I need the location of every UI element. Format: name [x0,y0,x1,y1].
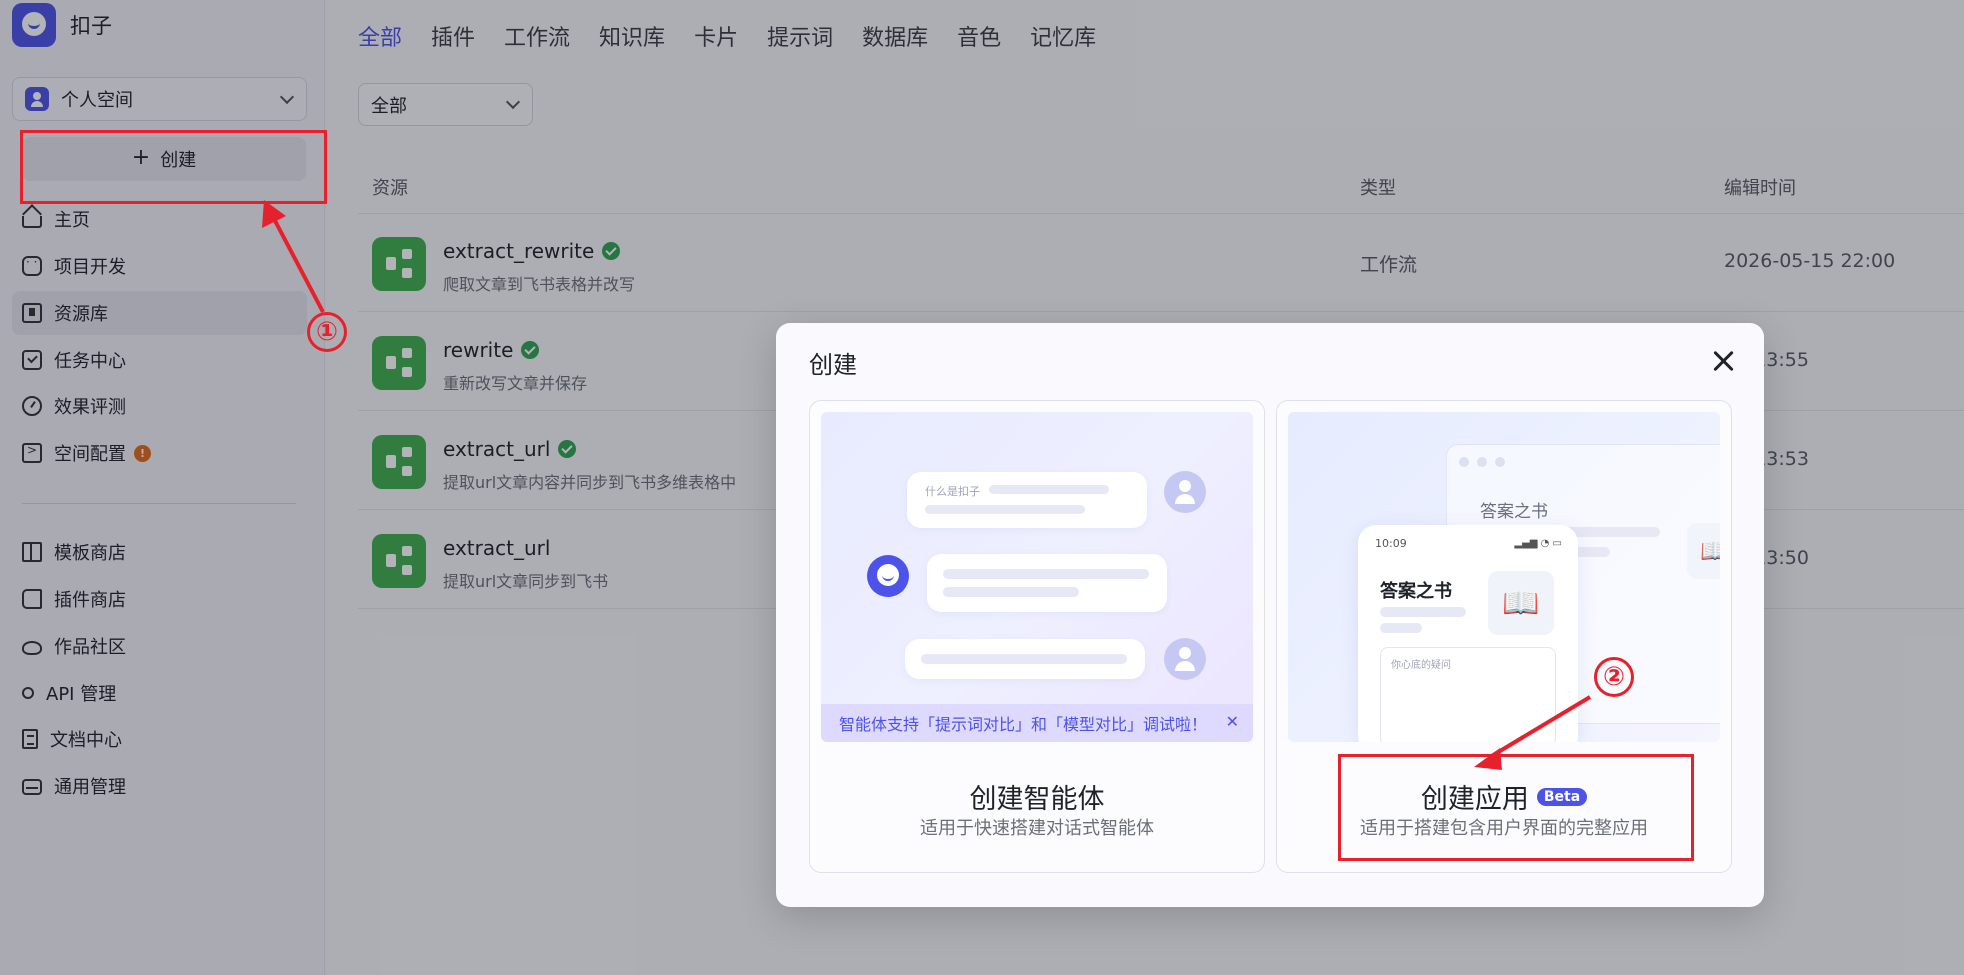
book-icon: 📖 [1687,523,1720,579]
preview-bubble: 什么是扣子 [907,472,1147,528]
preview-window-title: 答案之书 [1480,502,1548,522]
create-agent-card[interactable]: 什么是扣子 智能体支持「提示词对比」和「模型对比」调试啦！ ✕ 创建智能体 适用… [809,400,1265,873]
question-hint: 你心底的疑问 [1391,660,1451,671]
annotation-box-create [20,130,327,204]
annotation-step-1: ① [307,312,347,352]
question-box: 你心底的疑问 [1380,647,1556,742]
bot-avatar-icon [867,555,909,597]
user-avatar-icon [1164,471,1206,513]
annotation-step-2: ② [1594,657,1634,697]
banner-text: 智能体支持「提示词对比」和「模型对比」调试啦！ [839,715,1208,734]
phone-status-icon: ▂▄▆ ◔ ▭ [1514,538,1562,549]
preview-phone: 10:09 ▂▄▆ ◔ ▭ 答案之书 📖 你心底的疑问 [1358,525,1578,742]
user-avatar-icon [1164,638,1206,680]
agent-card-subtitle: 适用于快速搭建对话式智能体 [920,818,1154,839]
agent-preview: 什么是扣子 智能体支持「提示词对比」和「模型对比」调试啦！ ✕ [821,412,1253,742]
debug-banner: 智能体支持「提示词对比」和「模型对比」调试啦！ ✕ [821,704,1253,742]
annotation-box-create-app [1338,754,1694,861]
banner-close-icon[interactable]: ✕ [1226,712,1239,731]
agent-card-title: 创建智能体 [969,784,1105,815]
preview-bubble [905,639,1145,679]
phone-title: 答案之书 [1380,581,1452,602]
preview-bubble [927,554,1167,612]
window-dots [1459,457,1505,467]
dialog-title: 创建 [809,351,857,379]
book-icon: 📖 [1488,571,1554,635]
app-preview: 答案之书 📖 10:09 ▂▄▆ ◔ ▭ 答案之书 📖 你心底的疑问 [1288,412,1720,742]
phone-time: 10:09 [1375,537,1407,550]
preview-hint: 什么是扣子 [925,485,980,498]
close-icon[interactable] [1710,348,1736,374]
